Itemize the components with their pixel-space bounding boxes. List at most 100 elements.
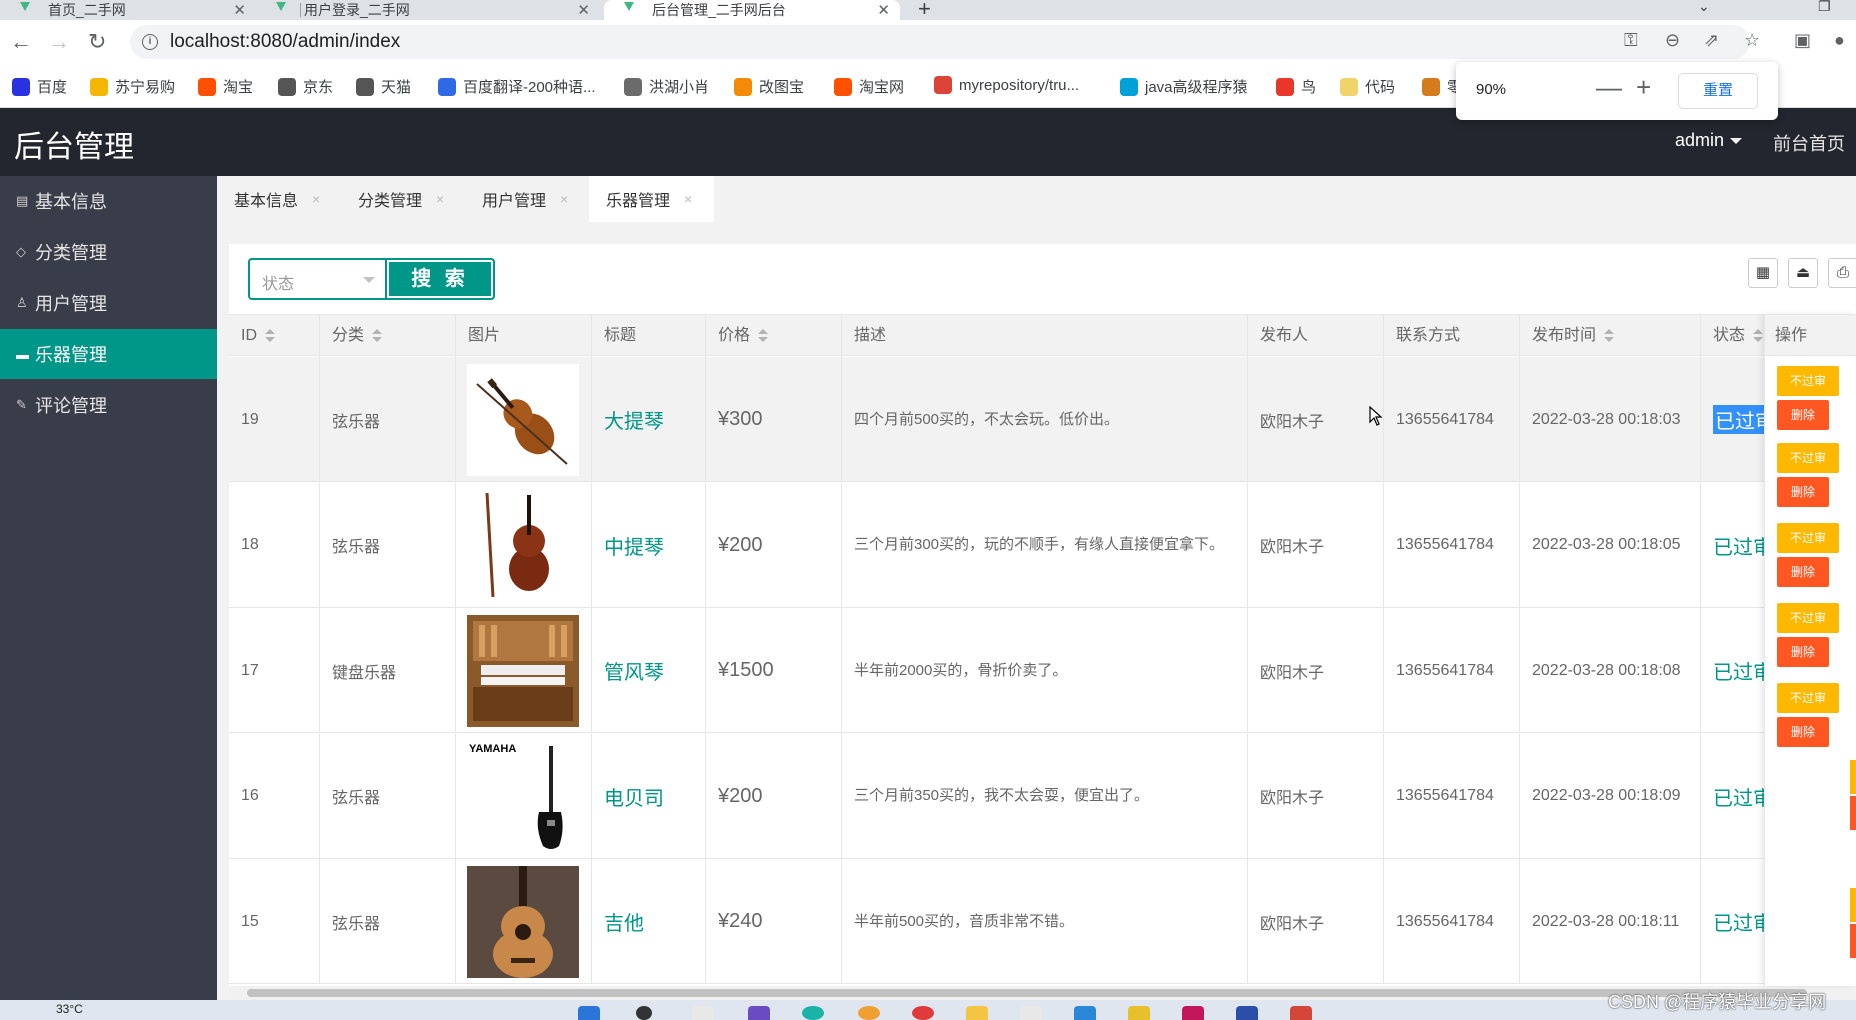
search-icon[interactable] — [636, 1006, 652, 1020]
title-text[interactable]: 吉他 — [604, 907, 644, 936]
browser-tab[interactable]: 用户登录_二手网 ✕ — [256, 0, 600, 20]
zoom-icon[interactable]: ⊖ — [1665, 30, 1680, 51]
close-tab-icon[interactable]: ✕ — [877, 1, 890, 19]
app-icon[interactable] — [912, 1006, 934, 1020]
table-row[interactable]: 16 弦乐器 YAMAHA 电贝司 ¥200 三个月前350买的，我不太会耍，便宜出了。 欧… — [229, 733, 1856, 859]
reject-button[interactable]: 不过审 — [1777, 523, 1839, 553]
th-time[interactable]: 发布时间 — [1520, 315, 1701, 357]
window-restore-icon[interactable]: ❐ — [1818, 0, 1831, 15]
reload-icon[interactable]: ↻ — [88, 28, 106, 56]
delete-button[interactable]: 删除 — [1777, 400, 1829, 430]
sidebar-item[interactable]: ◇ 分类管理 — [0, 227, 217, 277]
sidebar-item[interactable]: ▬ 乐器管理 — [0, 329, 217, 379]
address-url[interactable]: localhost:8080/admin/index — [170, 31, 400, 53]
table-row[interactable]: 15 弦乐器 吉他 ¥240 半年前500买的，音质非常不错。 欧阳木子 136556417… — [229, 859, 1856, 984]
close-icon[interactable]: × — [684, 191, 692, 207]
th-category[interactable]: 分类 — [320, 315, 456, 357]
app-icon[interactable] — [1182, 1006, 1204, 1020]
bookmark-item[interactable]: 淘宝网 — [834, 76, 904, 97]
back-icon[interactable]: ← — [10, 28, 32, 56]
site-info-icon[interactable]: i — [142, 34, 158, 50]
windows-start-icon[interactable] — [578, 1006, 600, 1020]
close-icon[interactable]: × — [560, 191, 568, 207]
bookmark-item[interactable]: 苏宁易购 — [90, 76, 175, 97]
zoom-in-button[interactable]: + — [1636, 72, 1651, 103]
side-panel-icon[interactable]: ▣ — [1794, 30, 1811, 51]
bookmark-item[interactable]: 洪湖小肖 — [624, 76, 709, 97]
delete-button[interactable]: 删除 — [1777, 477, 1829, 507]
user-menu[interactable]: admin — [1675, 130, 1743, 151]
bookmark-item[interactable]: myrepository/tru... — [934, 76, 1079, 94]
browser-tab-active[interactable]: 后台管理_二手网后台 ✕ — [604, 0, 900, 20]
delete-button[interactable]: 删除 — [1777, 637, 1829, 667]
chrome-icon[interactable] — [858, 1006, 880, 1020]
weather-widget[interactable]: 33°C — [56, 1002, 83, 1016]
delete-button[interactable]: 删除 — [1777, 717, 1829, 747]
scrollbar-thumb[interactable] — [247, 989, 1807, 997]
chevron-down-icon[interactable]: ⌄ — [1698, 0, 1710, 15]
content-tab[interactable]: 乐器管理 × — [589, 176, 714, 222]
forward-icon[interactable]: → — [48, 28, 70, 56]
folder-icon[interactable] — [966, 1006, 988, 1020]
columns-icon[interactable]: ▦ — [1748, 258, 1778, 288]
profile-icon[interactable]: ● — [1834, 30, 1845, 51]
th-price[interactable]: 价格 — [706, 315, 842, 357]
bookmark-item[interactable]: 天猫 — [356, 76, 411, 97]
title-text[interactable]: 大提琴 — [604, 405, 664, 434]
browser-tab[interactable]: 首页_二手网 ✕ — [0, 0, 256, 20]
reject-button-clipped[interactable] — [1850, 760, 1856, 794]
share-icon[interactable]: ⇗ — [1704, 30, 1719, 51]
export-icon[interactable]: ⏏ — [1788, 258, 1818, 288]
close-icon[interactable]: × — [436, 191, 444, 207]
sidebar-item[interactable]: ✎ 评论管理 — [0, 380, 217, 430]
reject-button[interactable]: 不过审 — [1777, 443, 1839, 473]
sort-icon[interactable] — [758, 328, 769, 343]
bookmark-item[interactable]: 淘宝 — [198, 76, 253, 97]
bookmark-item[interactable]: 京东 — [278, 76, 333, 97]
sidebar-item[interactable]: ▤ 基本信息 — [0, 176, 217, 226]
edge-icon[interactable] — [802, 1006, 824, 1020]
front-home-link[interactable]: 前台首页 — [1773, 130, 1845, 156]
th-id[interactable]: ID — [229, 315, 320, 357]
app-icon[interactable] — [748, 1006, 770, 1020]
content-tab[interactable]: 分类管理 × — [341, 176, 465, 222]
sort-icon[interactable] — [1753, 328, 1764, 343]
content-tab[interactable]: 基本信息 × — [217, 176, 341, 222]
close-icon[interactable]: × — [312, 191, 320, 207]
close-tab-icon[interactable]: ✕ — [233, 1, 246, 19]
reject-button[interactable]: 不过审 — [1777, 603, 1839, 633]
title-text[interactable]: 管风琴 — [604, 656, 664, 685]
close-tab-icon[interactable]: ✕ — [577, 1, 590, 19]
sort-icon[interactable] — [265, 328, 275, 343]
app-icon[interactable] — [1074, 1006, 1096, 1020]
bookmark-item[interactable]: 百度 — [12, 76, 67, 97]
delete-button-clipped[interactable] — [1850, 924, 1856, 958]
app-icon[interactable] — [1020, 1006, 1042, 1020]
address-bar[interactable]: i localhost:8080/admin/index — [130, 25, 1750, 59]
print-icon[interactable]: ⎙ — [1828, 258, 1856, 288]
table-row[interactable]: 19 弦乐器 大提琴 ¥300 四个月前500买的，不太会玩。低价出。 欧阳木子 13655… — [229, 357, 1856, 482]
key-icon[interactable]: ⚿ — [1624, 30, 1638, 51]
reject-button-clipped[interactable] — [1850, 888, 1856, 922]
zoom-out-button[interactable]: — — [1596, 72, 1622, 103]
bookmark-star-icon[interactable]: ☆ — [1744, 30, 1760, 51]
reject-button[interactable]: 不过审 — [1777, 683, 1839, 713]
sidebar-item[interactable]: ♙ 用户管理 — [0, 278, 217, 328]
sort-icon[interactable] — [1604, 328, 1615, 343]
bookmark-item[interactable]: 百度翻译-200种语... — [438, 76, 596, 97]
sort-icon[interactable] — [372, 328, 383, 343]
title-text[interactable]: 电贝司 — [604, 782, 664, 811]
app-icon[interactable] — [1290, 1006, 1312, 1020]
search-button[interactable]: 搜 索 — [385, 258, 495, 300]
zoom-reset-button[interactable]: 重置 — [1678, 73, 1758, 109]
delete-button[interactable]: 删除 — [1777, 557, 1829, 587]
bookmark-item[interactable]: java高级程序猿 — [1120, 76, 1248, 97]
content-tab[interactable]: 用户管理 × — [465, 176, 589, 222]
reject-button[interactable]: 不过审 — [1777, 366, 1839, 396]
bookmark-item[interactable]: 代码 — [1340, 76, 1395, 97]
table-row[interactable]: 18 弦乐器 中提琴 ¥200 三个月前300买的，玩的不顺手，有缘人直接便宜拿下。 欧阳… — [229, 482, 1856, 608]
title-text[interactable]: 中提琴 — [604, 531, 664, 560]
taskview-icon[interactable] — [692, 1006, 714, 1020]
app-icon[interactable] — [1128, 1006, 1150, 1020]
table-row[interactable]: 17 键盘乐器 管风琴 ¥1500 半年前2000买的，骨折价卖了。 欧阳木子 136556… — [229, 608, 1856, 733]
